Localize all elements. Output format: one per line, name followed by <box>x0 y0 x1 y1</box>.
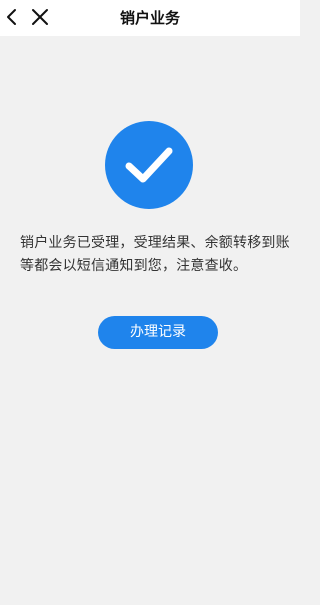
page-title: 销户业务 <box>119 9 180 27</box>
message-line-1: 销户业务已受理，受理结果、余额转移到账 <box>20 235 290 251</box>
records-button[interactable]: 办理记录 <box>98 316 218 349</box>
checkmark-icon <box>125 147 173 183</box>
nav-bar: 销户业务 <box>0 0 300 36</box>
message-line-2: 等都会以短信通知到您，注意查收。 <box>20 258 248 274</box>
result-message: 销户业务已受理，受理结果、余额转移到账 等都会以短信通知到您，注意查收。 <box>20 232 290 278</box>
check-circle-icon <box>105 121 193 209</box>
